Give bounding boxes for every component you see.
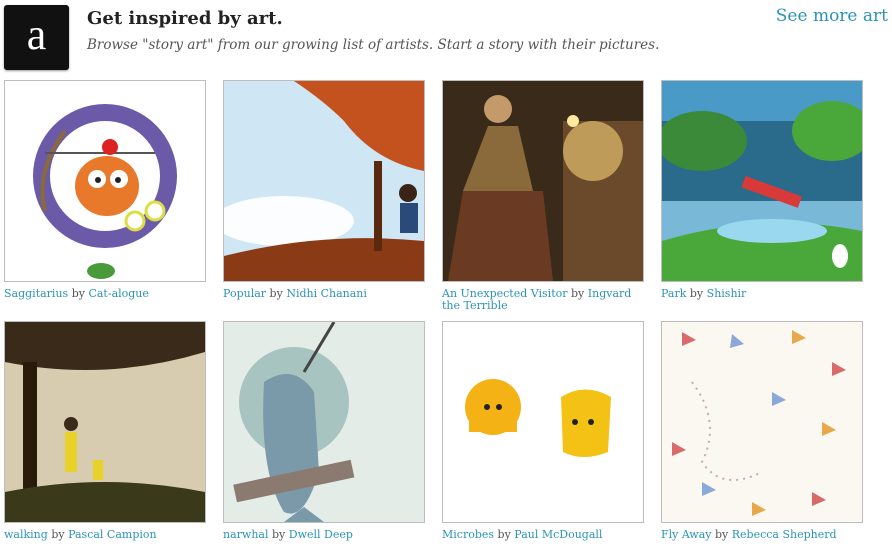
page-subtitle: Browse "story art" from our growing list… — [87, 37, 660, 53]
by-text: by — [689, 287, 704, 300]
art-title-link[interactable]: narwhal — [223, 528, 268, 541]
art-title-link[interactable]: Saggitarius — [4, 287, 68, 300]
art-tile: walking by Pascal Campion — [4, 321, 206, 541]
by-text: by — [497, 528, 511, 541]
by-text: by — [271, 528, 286, 541]
artist-link[interactable]: Nidhi Chanani — [286, 287, 367, 300]
artist-link[interactable]: Rebecca Shepherd — [732, 528, 837, 541]
by-text: by — [269, 287, 283, 300]
by-text: by — [571, 287, 585, 300]
art-tile: An Unexpected Visitor by Ingvard the Ter… — [442, 80, 644, 312]
art-thumbnail-saggitarius[interactable] — [4, 80, 206, 282]
artist-link[interactable]: Dwell Deep — [289, 528, 353, 541]
art-thumbnail-an-unexpected-visitor[interactable] — [442, 80, 644, 282]
art-tile: Popular by Nidhi Chanani — [223, 80, 425, 300]
artist-link[interactable]: Paul McDougall — [514, 528, 602, 541]
art-thumbnail-fly-away[interactable] — [661, 321, 863, 523]
art-title-link[interactable]: walking — [4, 528, 48, 541]
art-caption: narwhal by Dwell Deep — [223, 529, 425, 541]
art-thumbnail-popular[interactable] — [223, 80, 425, 282]
art-title-link[interactable]: Park — [661, 287, 686, 300]
art-caption: Popular by Nidhi Chanani — [223, 288, 425, 300]
art-thumbnail-microbes[interactable] — [442, 321, 644, 523]
art-caption: walking by Pascal Campion — [4, 529, 206, 541]
logo[interactable]: a — [4, 5, 69, 70]
by-text: by — [71, 287, 85, 300]
artist-link[interactable]: Pascal Campion — [68, 528, 157, 541]
art-caption: Park by Shishir — [661, 288, 863, 300]
page-title: Get inspired by art. — [87, 8, 283, 29]
art-caption: Microbes by Paul McDougall — [442, 529, 644, 541]
art-title-link[interactable]: Microbes — [442, 528, 494, 541]
art-tile: narwhal by Dwell Deep — [223, 321, 425, 541]
art-title-link[interactable]: Popular — [223, 287, 266, 300]
art-tile: Park by Shishir — [661, 80, 863, 300]
logo-letter: a — [26, 10, 47, 59]
art-title-link[interactable]: Fly Away — [661, 528, 712, 541]
art-thumbnail-park[interactable] — [661, 80, 863, 282]
art-thumbnail-narwhal[interactable] — [223, 321, 425, 523]
art-caption: Fly Away by Rebecca Shepherd — [661, 529, 863, 541]
by-text: by — [51, 528, 65, 541]
art-thumbnail-walking[interactable] — [4, 321, 206, 523]
artist-link[interactable]: Cat-alogue — [88, 287, 148, 300]
art-tile: Fly Away by Rebecca Shepherd — [661, 321, 863, 541]
see-more-art-link[interactable]: See more art — [776, 6, 888, 26]
art-caption: An Unexpected Visitor by Ingvard the Ter… — [442, 288, 644, 312]
art-caption: Saggitarius by Cat-alogue — [4, 288, 206, 300]
by-text: by — [715, 528, 729, 541]
artist-link[interactable]: Shishir — [707, 287, 747, 300]
art-tile: Saggitarius by Cat-alogue — [4, 80, 206, 300]
art-tile: Microbes by Paul McDougall — [442, 321, 644, 541]
